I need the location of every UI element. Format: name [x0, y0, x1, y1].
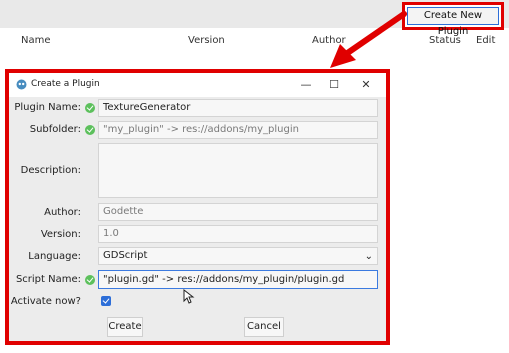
chevron-down-icon: ⌄	[364, 251, 373, 262]
language-selected-value: GDScript	[103, 250, 148, 261]
subfolder-input[interactable]: "my_plugin" -> res://addons/my_plugin	[98, 121, 378, 139]
valid-check-icon	[85, 103, 95, 113]
author-label: Author:	[44, 207, 81, 218]
subfolder-label: Subfolder:	[29, 124, 81, 135]
description-textarea[interactable]	[98, 143, 378, 198]
language-label: Language:	[28, 251, 81, 262]
activate-now-label: Activate now?	[10, 296, 81, 307]
column-header-name[interactable]: Name	[21, 35, 51, 46]
maximize-icon[interactable]: ☐	[325, 77, 343, 93]
valid-check-icon	[85, 275, 95, 285]
version-input[interactable]: 1.0	[98, 225, 378, 243]
create-button[interactable]: Create	[107, 317, 143, 337]
create-new-plugin-button[interactable]: Create New Plugin	[407, 7, 499, 37]
dialog-titlebar[interactable]: Create a Plugin — ☐ ✕	[9, 73, 386, 97]
close-icon[interactable]: ✕	[357, 77, 375, 93]
script-name-label: Script Name:	[15, 274, 81, 285]
plugin-name-input[interactable]: TextureGenerator	[98, 99, 378, 117]
create-plugin-dialog: Create a Plugin — ☐ ✕ Plugin Name: Textu…	[9, 73, 386, 341]
mouse-cursor-icon	[183, 289, 195, 304]
column-header-version[interactable]: Version	[188, 35, 225, 46]
activate-now-checkbox[interactable]	[101, 296, 111, 306]
create-new-plugin-highlight: Create New Plugin	[402, 2, 504, 37]
author-input[interactable]: Godette	[98, 203, 378, 221]
cancel-button[interactable]: Cancel	[244, 317, 284, 337]
minimize-icon[interactable]: —	[297, 77, 315, 93]
plugin-name-label: Plugin Name:	[14, 102, 81, 113]
version-label: Version:	[40, 229, 81, 240]
dialog-title: Create a Plugin	[31, 79, 100, 89]
column-header-edit[interactable]: Edit	[476, 35, 495, 46]
description-label: Description:	[20, 165, 81, 176]
language-select[interactable]: GDScript ⌄	[98, 247, 378, 265]
godot-logo-icon	[16, 79, 27, 90]
valid-check-icon	[85, 125, 95, 135]
annotation-arrow-icon	[330, 11, 407, 68]
script-name-input[interactable]: "plugin.gd" -> res://addons/my_plugin/pl…	[98, 270, 378, 289]
plugin-form: Plugin Name: TextureGenerator Subfolder:…	[9, 97, 386, 341]
